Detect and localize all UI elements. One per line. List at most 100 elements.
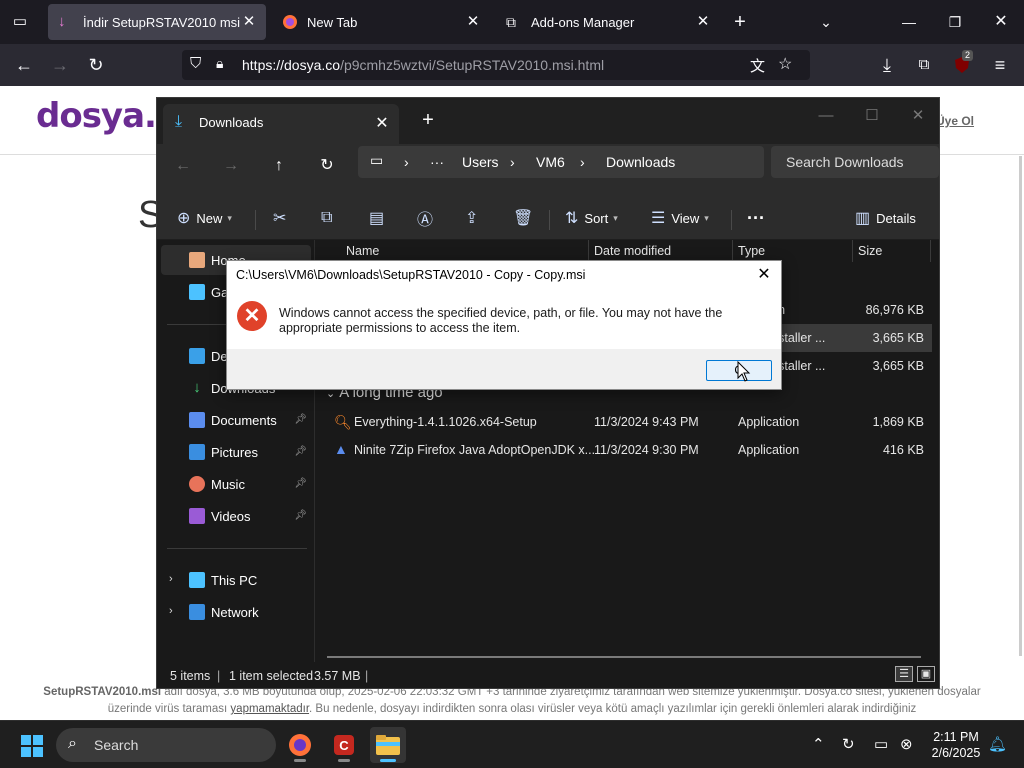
close-tab-icon[interactable]: ✕ bbox=[464, 13, 482, 31]
sync-icon[interactable]: ↻ bbox=[842, 735, 855, 753]
copy-button[interactable]: ⧉ bbox=[321, 204, 338, 232]
url-bar[interactable]: ⛉ 🔒︎ https://dosya.co/p9cmhz5wztvi/Setup… bbox=[182, 50, 810, 80]
breadcrumb-vm6[interactable]: VM6 bbox=[536, 154, 565, 170]
expand-chevron-icon[interactable]: › bbox=[169, 605, 173, 617]
translate-icon[interactable]: 文 bbox=[750, 55, 765, 76]
nav-item-network[interactable]: › Network bbox=[161, 597, 311, 627]
nav-item-pictures[interactable]: Pictures 📌︎ bbox=[161, 437, 311, 467]
tab-new-tab[interactable]: New Tab ✕ bbox=[272, 4, 490, 40]
more-options-button[interactable]: ··· bbox=[747, 204, 765, 232]
videos-icon bbox=[189, 508, 205, 524]
up-arrow-icon[interactable]: ↑ bbox=[265, 152, 293, 180]
forward-arrow-icon[interactable]: → bbox=[46, 51, 74, 79]
explorer-tab-downloads[interactable]: ⤓ Downloads ✕ bbox=[163, 104, 399, 144]
reload-icon[interactable]: ↻ bbox=[82, 51, 110, 79]
extension-badge: 2 bbox=[962, 50, 974, 61]
minimize-button[interactable]: — bbox=[895, 8, 923, 36]
taskbar-clock[interactable]: 2:11 PM 2/6/2025 bbox=[926, 729, 986, 761]
page-scrollbar[interactable] bbox=[1019, 156, 1022, 656]
pin-icon[interactable]: 📌︎ bbox=[294, 446, 307, 457]
breadcrumb-overflow[interactable]: ··· bbox=[430, 154, 444, 170]
hamburger-menu-icon[interactable]: ≡ bbox=[986, 51, 1014, 79]
breadcrumb[interactable]: ▭ › ··· Users › VM6 › Downloads bbox=[358, 146, 764, 178]
nav-item-this-pc[interactable]: › This PC bbox=[161, 565, 311, 595]
forward-arrow-icon[interactable]: → bbox=[217, 152, 245, 180]
breadcrumb-users[interactable]: Users bbox=[462, 154, 499, 170]
table-row[interactable]: 🔍︎ Everything-1.4.1.1026.x64-Setup 11/3/… bbox=[316, 408, 932, 436]
tray-overflow-chevron-icon[interactable]: ⌃ bbox=[812, 735, 825, 753]
nav-item-music[interactable]: Music 📌︎ bbox=[161, 469, 311, 499]
column-header-date[interactable]: Date modified bbox=[594, 244, 671, 258]
downloads-icon[interactable]: ⤓ bbox=[873, 51, 901, 79]
tracking-shield-icon[interactable]: ⛉ bbox=[190, 55, 201, 72]
column-divider[interactable] bbox=[732, 240, 733, 262]
lock-icon[interactable]: 🔒︎ bbox=[216, 55, 223, 72]
site-logo[interactable]: dosya.c bbox=[36, 96, 176, 136]
view-button[interactable]: ☰ View ▾ bbox=[651, 204, 709, 232]
details-view-icon[interactable]: ☰ bbox=[895, 666, 913, 682]
network-volume-icon[interactable]: ⊗ bbox=[900, 735, 913, 753]
mouse-cursor-icon bbox=[737, 361, 751, 382]
column-divider[interactable] bbox=[930, 240, 931, 262]
list-all-tabs-icon[interactable]: ▭ bbox=[6, 8, 34, 36]
paste-button[interactable]: ▤ bbox=[369, 204, 390, 232]
network-icon bbox=[189, 604, 205, 620]
refresh-icon[interactable]: ↻ bbox=[313, 152, 341, 180]
display-icon[interactable]: ▭ bbox=[874, 735, 888, 753]
nav-item-documents[interactable]: Documents 📌︎ bbox=[161, 405, 311, 435]
explorer-close-button[interactable]: ✕ bbox=[895, 102, 941, 130]
close-tab-icon[interactable]: ✕ bbox=[240, 13, 258, 31]
close-window-button[interactable]: ✕ bbox=[987, 8, 1015, 36]
back-arrow-icon[interactable]: ← bbox=[169, 152, 197, 180]
pin-icon[interactable]: 📌︎ bbox=[294, 478, 307, 489]
extensions-icon[interactable]: ⧉ bbox=[910, 51, 938, 79]
scan-link[interactable]: yapmamaktadır bbox=[230, 703, 309, 715]
close-tab-icon[interactable]: ✕ bbox=[373, 113, 391, 133]
rename-button[interactable]: Ⓐ bbox=[417, 204, 439, 232]
bookmark-star-icon[interactable]: ☆ bbox=[778, 54, 792, 74]
column-divider[interactable] bbox=[588, 240, 589, 262]
expand-chevron-icon[interactable]: › bbox=[169, 573, 173, 585]
column-header-type[interactable]: Type bbox=[738, 244, 765, 258]
share-button[interactable]: ⇪ bbox=[465, 204, 484, 232]
new-button[interactable]: ⊕ New ▾ bbox=[177, 204, 232, 232]
taskbar-search[interactable]: ⌕ Search bbox=[56, 728, 276, 762]
scissors-icon: ✂ bbox=[273, 210, 287, 227]
signup-link[interactable]: Üye Ol bbox=[936, 114, 974, 128]
windows-start-icon[interactable] bbox=[20, 734, 44, 758]
pin-icon[interactable]: 📌︎ bbox=[294, 510, 307, 521]
taskbar-firefox[interactable] bbox=[282, 727, 318, 763]
ublock-extension-icon[interactable]: 2 bbox=[948, 50, 976, 79]
table-row[interactable]: ▲ Ninite 7Zip Firefox Java AdoptOpenJDK … bbox=[316, 436, 932, 464]
dialog-close-button[interactable]: ✕ bbox=[753, 264, 775, 286]
taskbar: ⌕ Search C ⌃ ↻ ▭ ⊗ 2:11 PM 2/6/2025 🔔︎ bbox=[0, 720, 1024, 768]
tab-overflow-chevron-icon[interactable]: ⌄ bbox=[812, 8, 840, 36]
horizontal-scrollbar[interactable] bbox=[327, 656, 921, 658]
nav-item-videos[interactable]: Videos 📌︎ bbox=[161, 501, 311, 531]
taskbar-file-explorer[interactable] bbox=[370, 727, 406, 763]
back-arrow-icon[interactable]: ← bbox=[10, 51, 38, 79]
tab-addons-manager[interactable]: ⧉ Add-ons Manager ✕ bbox=[496, 4, 720, 40]
explorer-maximize-button[interactable]: ☐ bbox=[849, 102, 895, 130]
new-explorer-tab-button[interactable]: + bbox=[405, 106, 451, 134]
sort-button[interactable]: ⇅ Sort ▾ bbox=[565, 204, 618, 232]
pin-icon[interactable]: 📌︎ bbox=[294, 414, 307, 425]
column-header-name[interactable]: Name bbox=[346, 244, 379, 258]
explorer-minimize-button[interactable]: — bbox=[803, 102, 849, 130]
new-tab-button[interactable]: + bbox=[726, 8, 754, 36]
tab-indir-setup[interactable]: ↓ İndir SetupRSTAV2010 msi ✕ bbox=[48, 4, 266, 40]
browser-nav-bar: ← → ↻ ⛉ 🔒︎ https://dosya.co/p9cmhz5wztvi… bbox=[0, 44, 1024, 86]
search-input[interactable]: Search Downloads bbox=[771, 146, 939, 178]
column-divider[interactable] bbox=[852, 240, 853, 262]
column-header-size[interactable]: Size bbox=[858, 244, 882, 258]
url-text[interactable]: https://dosya.co/p9cmhz5wztvi/SetupRSTAV… bbox=[242, 57, 604, 73]
close-tab-icon[interactable]: ✕ bbox=[694, 13, 712, 31]
details-button[interactable]: ▥ Details bbox=[855, 204, 916, 232]
taskbar-ccleaner[interactable]: C bbox=[326, 727, 362, 763]
delete-button[interactable]: 🗑︎ bbox=[513, 204, 539, 232]
tiles-view-icon[interactable]: ▣ bbox=[917, 666, 935, 682]
restore-button[interactable]: ❐ bbox=[941, 8, 969, 36]
breadcrumb-downloads[interactable]: Downloads bbox=[606, 154, 675, 170]
cut-button[interactable]: ✂ bbox=[273, 204, 292, 232]
notification-bell-icon[interactable]: 🔔︎ bbox=[988, 735, 1007, 753]
